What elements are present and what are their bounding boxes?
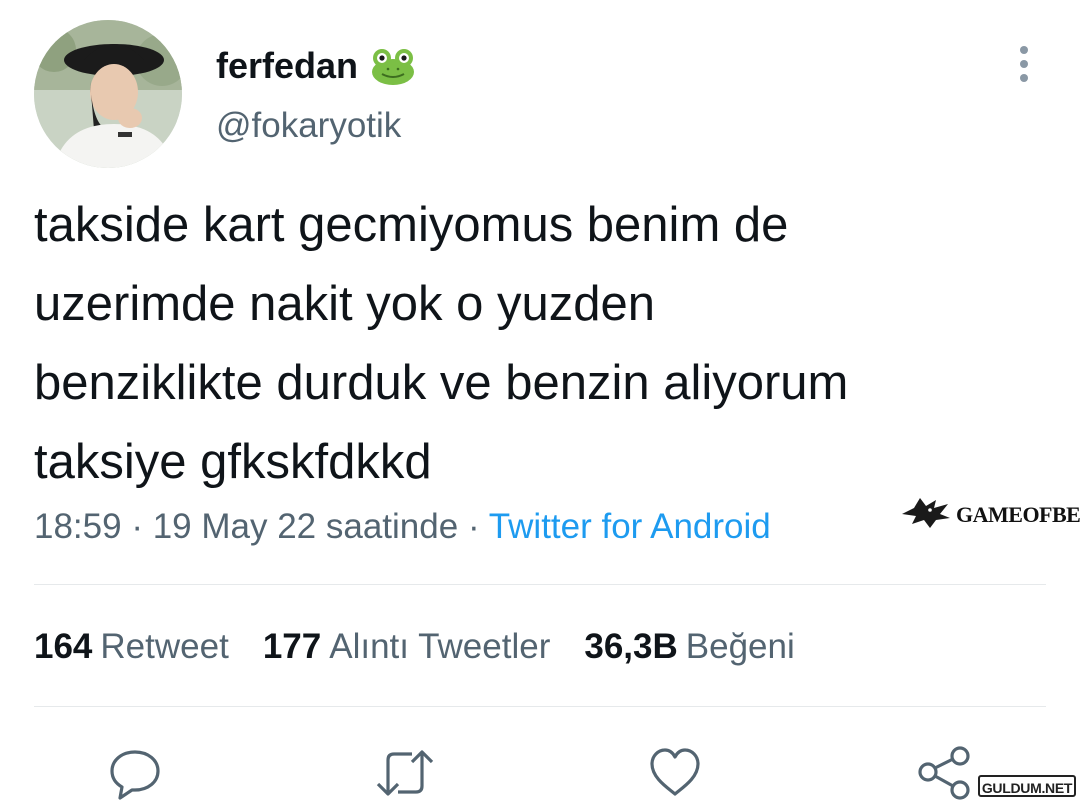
gameofbet-watermark: GAMEOFBET bbox=[900, 494, 1080, 535]
avatar[interactable] bbox=[34, 20, 182, 168]
quote-count-number: 177 bbox=[262, 627, 322, 666]
display-name[interactable]: ferfedan bbox=[216, 44, 416, 88]
quote-count[interactable]: 177 Alıntı Tweetler bbox=[263, 622, 551, 672]
guldum-watermark: GULDUM.NET bbox=[978, 775, 1076, 797]
user-handle[interactable]: @fokaryotik bbox=[216, 104, 401, 148]
tweet-time[interactable]: 18:59 bbox=[34, 507, 122, 546]
like-count-number: 36,3B bbox=[584, 627, 678, 666]
tweet-source-link[interactable]: Twitter for Android bbox=[489, 507, 771, 546]
tweet-text: takside kart gecmiyomus benim de uzerimd… bbox=[34, 198, 849, 489]
retweet-count[interactable]: 164 Retweet bbox=[34, 622, 229, 672]
quote-count-label: Alıntı Tweetler bbox=[329, 627, 551, 666]
retweet-count-label: Retweet bbox=[100, 627, 229, 666]
retweet-icon[interactable] bbox=[374, 746, 436, 805]
wolf-logo-icon bbox=[900, 494, 952, 535]
like-icon[interactable] bbox=[648, 746, 702, 805]
display-name-text[interactable]: ferfedan bbox=[216, 44, 358, 88]
tweet-meta: 18:59 · 19 May 22 saatinde · Twitter for… bbox=[34, 502, 771, 552]
gameofbet-text: GAMEOFBET bbox=[956, 501, 1080, 527]
divider bbox=[34, 584, 1046, 585]
divider bbox=[34, 706, 1046, 707]
like-count[interactable]: 36,3B Beğeni bbox=[584, 622, 794, 672]
meta-separator: · bbox=[131, 507, 143, 546]
action-bar bbox=[0, 740, 1080, 800]
retweet-count-number: 164 bbox=[34, 627, 93, 666]
like-count-label: Beğeni bbox=[685, 627, 795, 666]
more-options-icon[interactable] bbox=[1010, 44, 1038, 84]
meta-separator: · bbox=[467, 507, 480, 546]
tweet-date[interactable]: 19 May 22 saatinde bbox=[153, 507, 458, 546]
tweet-stats: 164 Retweet 177 Alıntı Tweetler 36,3B Beğen… bbox=[34, 622, 795, 672]
frog-icon bbox=[370, 46, 416, 86]
reply-icon[interactable] bbox=[108, 746, 162, 805]
share-icon[interactable] bbox=[916, 744, 972, 805]
